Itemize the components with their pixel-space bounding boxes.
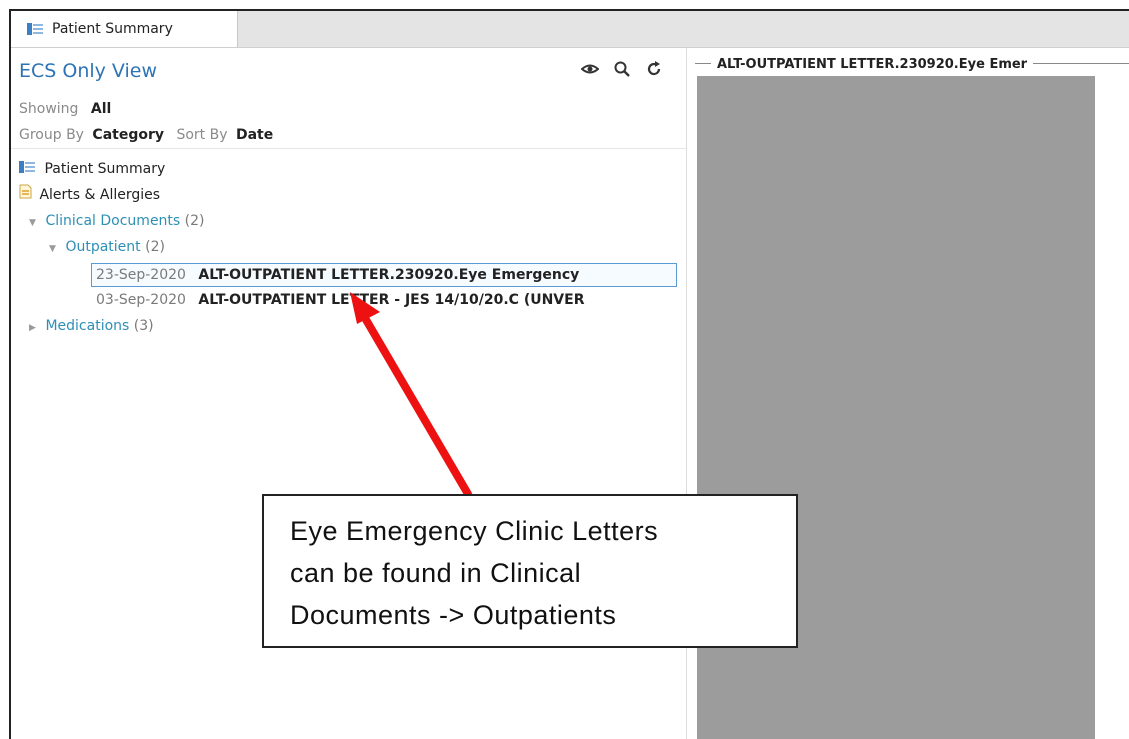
search-icon[interactable] xyxy=(613,60,631,78)
tree-item-clinical-documents[interactable]: ▼ Clinical Documents (2) xyxy=(29,210,205,232)
tree-item-count: (3) xyxy=(133,318,154,334)
tree-item-label: Clinical Documents xyxy=(45,213,181,229)
callout-line: Eye Emergency Clinic Letters xyxy=(290,516,659,546)
tree-item-alerts[interactable]: Alerts & Allergies xyxy=(19,184,160,206)
tab-strip: Patient Summary xyxy=(11,11,1129,48)
document-row[interactable]: 03-Sep-2020 ALT-OUTPATIENT LETTER - JES … xyxy=(92,289,676,311)
tree-item-label: Outpatient xyxy=(65,239,141,255)
divider xyxy=(11,148,686,149)
annotation-callout: Eye Emergency Clinic Letters can be foun… xyxy=(262,494,798,648)
document-date: 03-Sep-2020 xyxy=(96,292,186,308)
document-title: ALT-OUTPATIENT LETTER.230920.Eye Emergen… xyxy=(198,267,580,283)
tab-label: Patient Summary xyxy=(52,21,173,37)
document-title: ALT-OUTPATIENT LETTER - JES 14/10/20.C (… xyxy=(198,292,585,308)
sort-by-label: Sort By xyxy=(176,127,228,143)
tree-item-count: (2) xyxy=(184,213,205,229)
tree-item-medications[interactable]: ▶ Medications (3) xyxy=(29,315,154,337)
tree-item-label: Patient Summary xyxy=(44,161,166,177)
tree-item-count: (2) xyxy=(145,239,165,255)
group-by-label: Group By xyxy=(19,127,84,143)
callout-line: Documents -> Outpatients xyxy=(290,600,617,630)
eye-icon[interactable] xyxy=(580,60,600,78)
tree-item-outpatient[interactable]: ▼ Outpatient (2) xyxy=(49,236,165,258)
tree-toolbar xyxy=(580,60,663,78)
caret-right-icon[interactable]: ▶ xyxy=(29,317,41,339)
tree-item-label: Alerts & Allergies xyxy=(39,187,161,203)
preview-title-wrap: ALT-OUTPATIENT LETTER.230920.Eye Emer xyxy=(711,53,1034,72)
showing-value: All xyxy=(90,101,112,117)
caret-down-icon[interactable]: ▼ xyxy=(49,238,61,260)
view-title[interactable]: ECS Only View xyxy=(19,60,157,82)
summary-icon xyxy=(19,161,35,173)
showing-label: Showing xyxy=(19,101,79,117)
preview-title: ALT-OUTPATIENT LETTER.230920.Eye Emer xyxy=(717,57,1028,72)
showing-filter[interactable]: Showing All xyxy=(19,101,111,117)
sort-by-value[interactable]: Date xyxy=(236,127,273,143)
group-sort-row: Group By Category Sort By Date xyxy=(19,127,273,143)
tree-item-label: Medications xyxy=(45,318,130,334)
tree-item-patient-summary[interactable]: Patient Summary xyxy=(19,158,165,180)
group-by-value[interactable]: Category xyxy=(92,127,164,143)
document-icon xyxy=(19,184,33,206)
document-row[interactable]: 23-Sep-2020 ALT-OUTPATIENT LETTER.230920… xyxy=(91,263,677,287)
document-date: 23-Sep-2020 xyxy=(96,267,186,283)
caret-down-icon[interactable]: ▼ xyxy=(29,212,41,234)
tab-patient-summary[interactable]: Patient Summary xyxy=(11,11,238,47)
summary-icon xyxy=(27,23,43,35)
callout-line: can be found in Clinical xyxy=(290,558,582,588)
refresh-icon[interactable] xyxy=(645,60,663,78)
